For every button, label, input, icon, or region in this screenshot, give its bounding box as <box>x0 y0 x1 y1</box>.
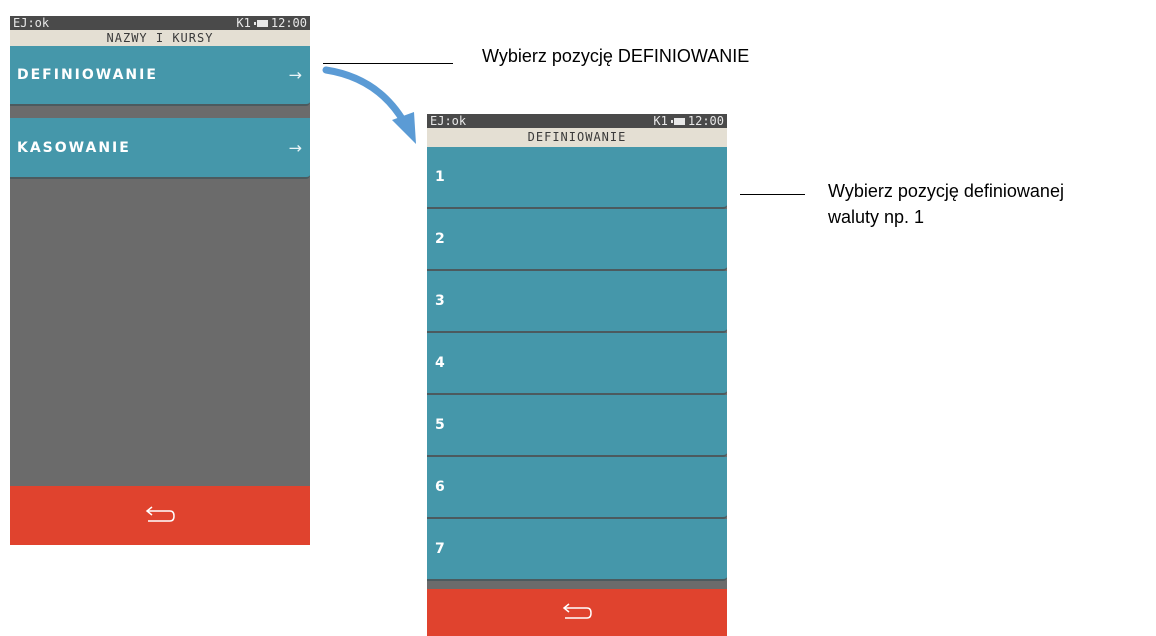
leader-line-step2 <box>740 194 805 195</box>
screen-definiowanie: EJ:ok K1 12:00 DEFINIOWANIE 1 2 3 4 5 6 … <box>427 114 727 636</box>
status-right-group: K1 12:00 <box>653 114 724 128</box>
status-right-group: K1 12:00 <box>236 16 307 30</box>
currency-item-5[interactable]: 5 <box>427 395 727 457</box>
status-ej: EJ:ok <box>13 16 50 30</box>
menu-item-label: 7 <box>435 541 445 557</box>
clock: 12:00 <box>687 114 724 128</box>
status-bar: EJ:ok K1 12:00 <box>427 114 727 128</box>
menu-item-definiowanie[interactable]: DEFINIOWANIE → <box>10 46 310 106</box>
return-arrow-icon <box>562 602 592 619</box>
menu-item-label: 6 <box>435 479 445 495</box>
keyboard-indicator: K1 <box>236 16 251 30</box>
back-button[interactable] <box>427 589 727 636</box>
arrow-right-icon: → <box>288 138 302 157</box>
status-ej: EJ:ok <box>430 114 467 128</box>
currency-item-1[interactable]: 1 <box>427 147 727 209</box>
currency-item-3[interactable]: 3 <box>427 271 727 333</box>
currency-item-4[interactable]: 4 <box>427 333 727 395</box>
menu-item-label: DEFINIOWANIE <box>17 67 158 83</box>
arrow-right-icon: → <box>288 65 302 85</box>
menu-item-label: 1 <box>435 169 445 185</box>
menu-item-label: 5 <box>435 417 445 433</box>
leader-line-step1 <box>323 63 453 64</box>
menu-item-kasowanie[interactable]: KASOWANIE → <box>10 118 310 179</box>
menu-item-label: KASOWANIE <box>17 139 131 156</box>
screen-nazwy-i-kursy: EJ:ok K1 12:00 NAZWY I KURSY DEFINIOWANI… <box>10 16 310 545</box>
annotation-step2-line2: waluty np. 1 <box>828 207 925 227</box>
annotation-step1: Wybierz pozycję DEFINIOWANIE <box>482 46 750 66</box>
screen-title: DEFINIOWANIE <box>427 128 727 147</box>
currency-item-2[interactable]: 2 <box>427 209 727 271</box>
flow-arrow-icon <box>322 66 416 144</box>
battery-icon <box>253 19 268 27</box>
back-button[interactable] <box>10 486 310 545</box>
keyboard-indicator: K1 <box>653 114 668 128</box>
menu-item-label: 4 <box>435 355 445 371</box>
status-bar: EJ:ok K1 12:00 <box>10 16 310 30</box>
menu-item-label: 2 <box>435 231 445 247</box>
battery-icon <box>670 117 685 125</box>
currency-item-6[interactable]: 6 <box>427 457 727 519</box>
menu-item-label: 3 <box>435 293 445 309</box>
screen-title: NAZWY I KURSY <box>10 30 310 46</box>
currency-item-7[interactable]: 7 <box>427 519 727 581</box>
annotation-step2-line1: Wybierz pozycję definiowanej <box>828 181 1064 201</box>
clock: 12:00 <box>270 16 307 30</box>
annotation-step2: Wybierz pozycję definiowanej waluty np. … <box>828 178 1064 230</box>
return-arrow-icon <box>145 505 175 522</box>
